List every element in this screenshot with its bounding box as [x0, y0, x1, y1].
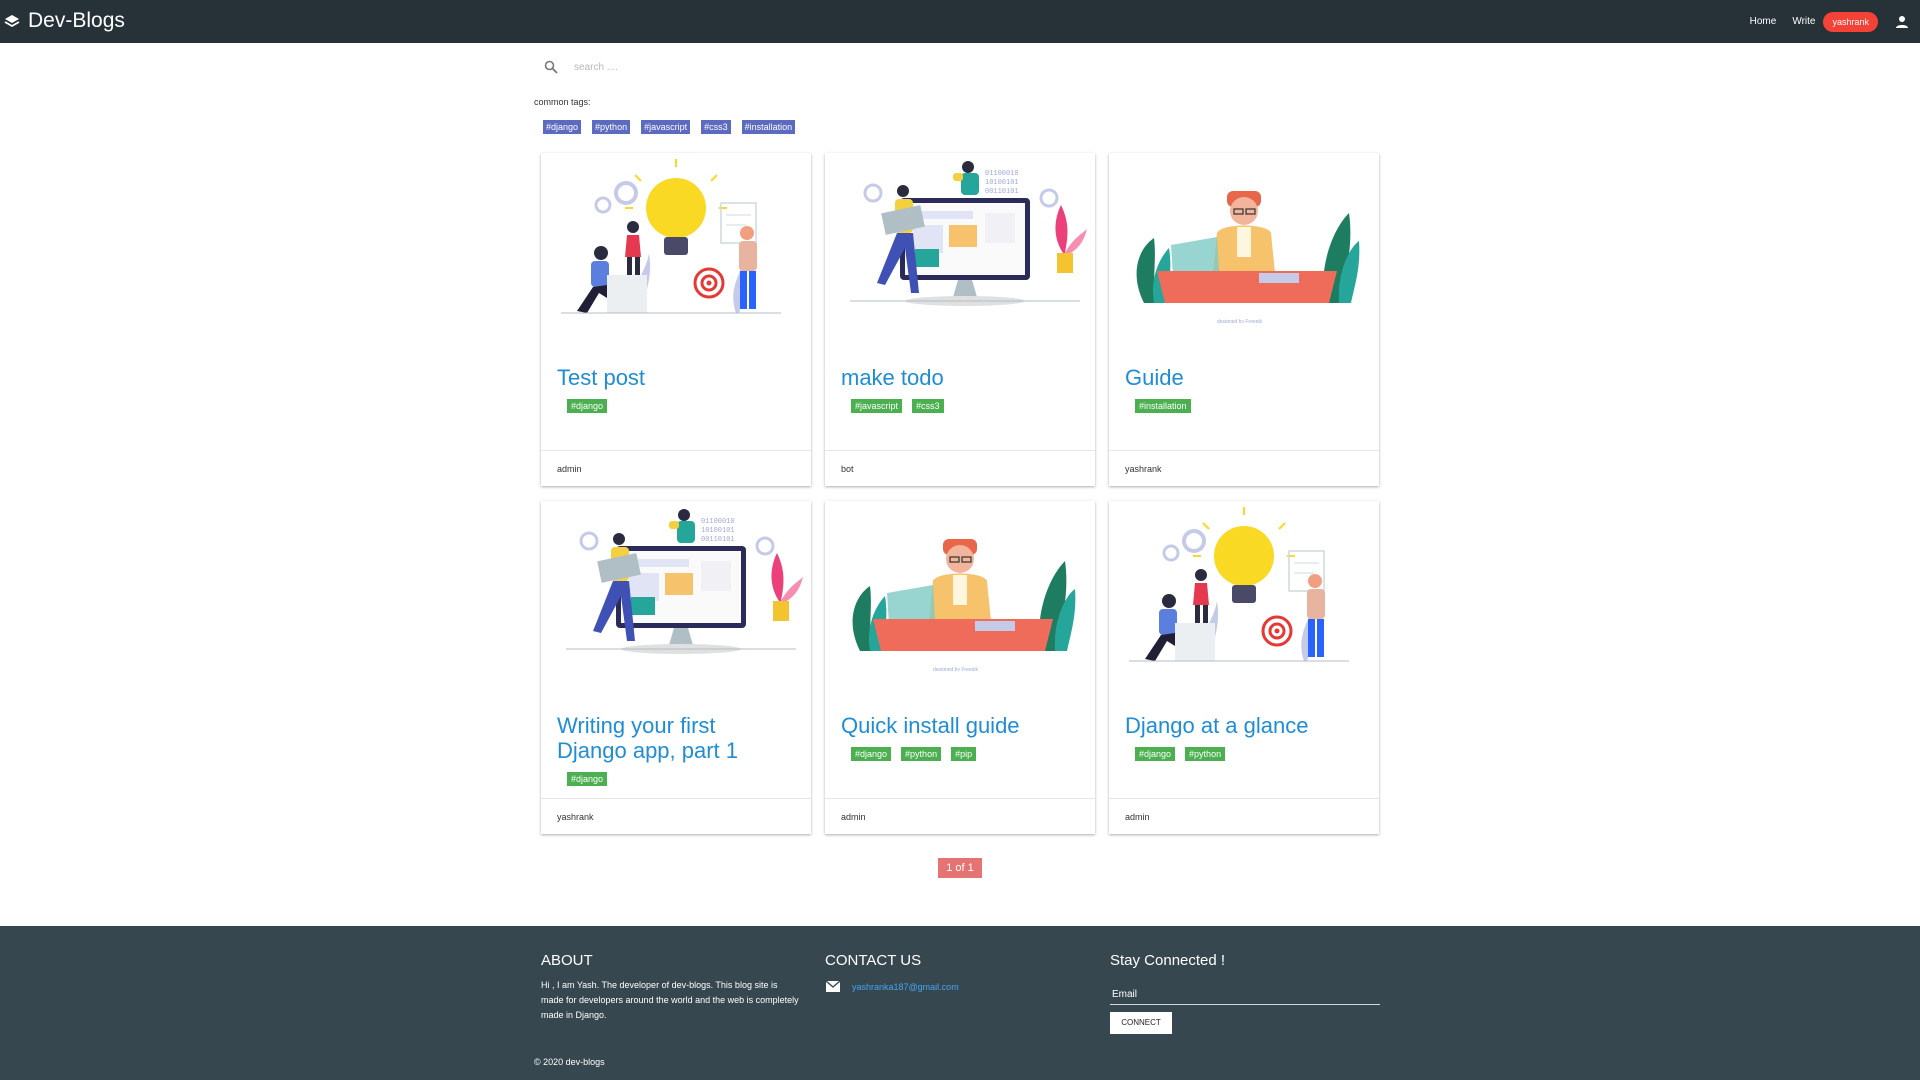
post-footer: admin [541, 450, 811, 486]
computer-team-illustration [848, 159, 1089, 308]
post-footer: admin [1109, 798, 1379, 834]
post-card[interactable]: Quick install guide #django #python #pip… [825, 501, 1095, 834]
post-tag[interactable]: #css3 [912, 399, 944, 413]
user-badge[interactable]: yashrank [1823, 11, 1878, 32]
copyright: © 2020 dev-blogs [534, 1057, 605, 1067]
post-title[interactable]: Django at a glance [1125, 713, 1308, 738]
common-tag[interactable]: #installation [741, 120, 796, 134]
idea-bulb-illustration [1127, 505, 1351, 663]
post-author: admin [841, 812, 866, 822]
search-bar [534, 55, 1382, 79]
man-at-desk-illustration [851, 538, 1076, 671]
post-tags: #javascript #css3 [851, 399, 954, 413]
search-input[interactable] [574, 61, 974, 73]
common-tag[interactable]: #css3 [701, 120, 731, 134]
common-tag[interactable]: #python [592, 120, 631, 134]
post-author: yashrank [1125, 464, 1162, 474]
brand-title: Dev-Blogs [28, 9, 125, 32]
email-field[interactable]: Email [1110, 986, 1380, 1005]
post-card[interactable]: Guide #installation yashrank [1109, 153, 1379, 486]
idea-bulb-illustration [559, 157, 783, 315]
post-author: admin [1125, 812, 1150, 822]
post-title[interactable]: Guide [1125, 365, 1184, 390]
brand[interactable]: Dev-Blogs [4, 6, 125, 36]
top-navbar: Dev-Blogs Home Write yashrank [0, 0, 1920, 43]
post-card[interactable]: Django at a glance #django #python admin [1109, 501, 1379, 834]
post-tag[interactable]: #django [851, 747, 892, 761]
post-title[interactable]: Writing your first Django app, part 1 [557, 713, 777, 763]
nav-home-link[interactable]: Home [1750, 16, 1777, 27]
post-tags: #django [567, 772, 617, 786]
contact-heading: CONTACT US [825, 952, 922, 969]
post-footer: admin [825, 798, 1095, 834]
stay-connected-heading: Stay Connected ! [1110, 952, 1226, 969]
post-title[interactable]: Quick install guide [841, 713, 1020, 738]
post-card[interactable]: Test post #django admin [541, 153, 811, 486]
post-card[interactable]: Writing your first Django app, part 1 #d… [541, 501, 811, 834]
nav-write-link[interactable]: Write [1792, 16, 1815, 27]
contact-email-link[interactable]: yashranka187@gmail.com [852, 982, 959, 992]
post-title[interactable]: make todo [841, 365, 944, 390]
about-heading: ABOUT [541, 952, 593, 969]
post-tag[interactable]: #javascript [851, 399, 903, 413]
post-title[interactable]: Test post [557, 365, 645, 390]
post-author: admin [557, 464, 582, 474]
post-tags: #django [567, 399, 617, 413]
post-tag[interactable]: #python [1185, 747, 1226, 761]
post-card[interactable]: make todo #javascript #css3 bot [825, 153, 1095, 486]
person-icon[interactable] [1892, 12, 1912, 32]
post-tag[interactable]: #pip [951, 747, 977, 761]
post-tag[interactable]: #django [1135, 747, 1176, 761]
post-tag[interactable]: #django [567, 772, 608, 786]
site-footer: ABOUT Hi , I am Yash. The developer of d… [0, 926, 1920, 1080]
mail-icon [826, 981, 840, 992]
common-tag[interactable]: #django [543, 120, 582, 134]
common-tags-label: common tags: [534, 97, 591, 107]
post-tag[interactable]: #django [567, 399, 608, 413]
man-at-desk-illustration [1135, 190, 1360, 323]
post-tags: #installation [1135, 399, 1201, 413]
post-footer: bot [825, 450, 1095, 486]
post-author: yashrank [557, 812, 594, 822]
connect-button[interactable]: CONNECT [1110, 1012, 1172, 1034]
post-tags: #django #python #pip [851, 747, 986, 761]
search-icon[interactable] [544, 60, 558, 74]
post-author: bot [841, 464, 854, 474]
post-footer: yashrank [541, 798, 811, 834]
computer-team-illustration [564, 507, 805, 656]
layers-icon [4, 15, 20, 28]
post-tags: #django #python [1135, 747, 1235, 761]
pagination-indicator[interactable]: 1 of 1 [938, 858, 982, 878]
post-footer: yashrank [1109, 450, 1379, 486]
common-tag[interactable]: #javascript [641, 120, 691, 134]
post-tag[interactable]: #python [901, 747, 942, 761]
contact-email-row: yashranka187@gmail.com [826, 981, 959, 992]
about-text: Hi , I am Yash. The developer of dev-blo… [541, 980, 799, 1020]
post-tag[interactable]: #installation [1135, 399, 1191, 413]
common-tags-list: #django #python #javascript #css3 #insta… [543, 120, 806, 134]
